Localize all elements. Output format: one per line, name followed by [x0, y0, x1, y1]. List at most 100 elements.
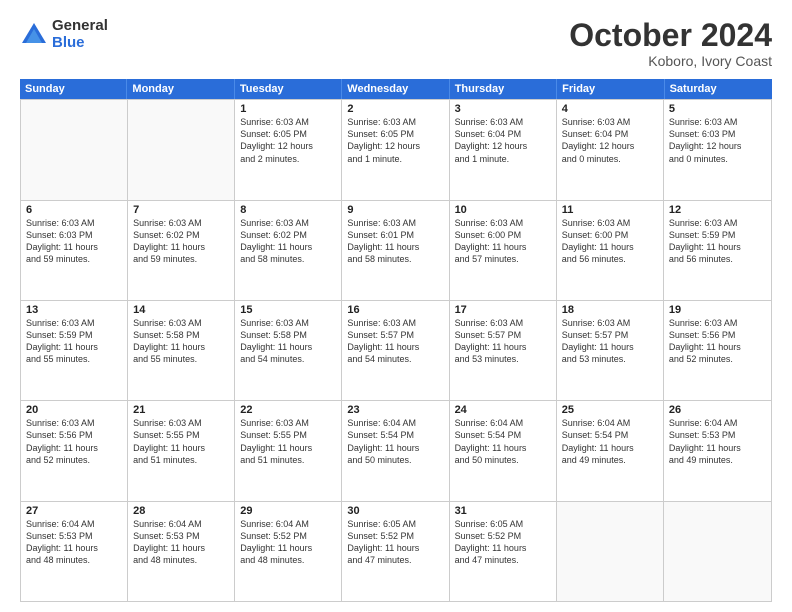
calendar-cell: 26Sunrise: 6:04 AMSunset: 5:53 PMDayligh… — [664, 401, 771, 500]
day-number: 5 — [669, 103, 766, 115]
cell-info-line: Sunrise: 6:03 AM — [455, 116, 551, 128]
cell-info-line: Daylight: 11 hours — [669, 341, 766, 353]
cell-info-line: Sunrise: 6:04 AM — [26, 518, 122, 530]
cell-info-line: and 54 minutes. — [240, 353, 336, 365]
cell-info-line: Daylight: 12 hours — [669, 140, 766, 152]
day-number: 1 — [240, 103, 336, 115]
day-number: 10 — [455, 204, 551, 216]
cell-info-line: Daylight: 11 hours — [562, 341, 658, 353]
day-number: 20 — [26, 404, 122, 416]
logo-icon — [20, 21, 48, 49]
cell-info-line: Sunset: 5:55 PM — [133, 429, 229, 441]
cell-info-line: and 51 minutes. — [240, 454, 336, 466]
calendar: SundayMondayTuesdayWednesdayThursdayFrid… — [20, 79, 772, 602]
calendar-cell: 11Sunrise: 6:03 AMSunset: 6:00 PMDayligh… — [557, 201, 664, 300]
cell-info-line: Sunset: 6:05 PM — [240, 128, 336, 140]
day-number: 24 — [455, 404, 551, 416]
day-number: 22 — [240, 404, 336, 416]
logo-general: General — [52, 18, 108, 35]
cell-info-line: Sunset: 5:52 PM — [240, 530, 336, 542]
day-header-friday: Friday — [557, 79, 664, 99]
cell-info-line: Sunset: 6:05 PM — [347, 128, 443, 140]
day-number: 18 — [562, 304, 658, 316]
cell-info-line: Sunrise: 6:05 AM — [347, 518, 443, 530]
cell-info-line: Daylight: 11 hours — [455, 442, 551, 454]
calendar-cell: 6Sunrise: 6:03 AMSunset: 6:03 PMDaylight… — [21, 201, 128, 300]
day-number: 30 — [347, 505, 443, 517]
header: General Blue October 2024 Koboro, Ivory … — [20, 18, 772, 69]
cell-info-line: and 0 minutes. — [562, 153, 658, 165]
day-number: 16 — [347, 304, 443, 316]
cell-info-line: Daylight: 11 hours — [133, 241, 229, 253]
calendar-cell: 13Sunrise: 6:03 AMSunset: 5:59 PMDayligh… — [21, 301, 128, 400]
cell-info-line: Sunset: 5:52 PM — [455, 530, 551, 542]
calendar-cell: 24Sunrise: 6:04 AMSunset: 5:54 PMDayligh… — [450, 401, 557, 500]
day-number: 28 — [133, 505, 229, 517]
calendar-cell — [557, 502, 664, 601]
day-number: 14 — [133, 304, 229, 316]
cell-info-line: Daylight: 11 hours — [240, 542, 336, 554]
cell-info-line: and 2 minutes. — [240, 153, 336, 165]
cell-info-line: Sunrise: 6:03 AM — [133, 217, 229, 229]
calendar-cell: 4Sunrise: 6:03 AMSunset: 6:04 PMDaylight… — [557, 100, 664, 199]
calendar-cell: 9Sunrise: 6:03 AMSunset: 6:01 PMDaylight… — [342, 201, 449, 300]
cell-info-line: and 56 minutes. — [669, 253, 766, 265]
calendar-cell: 12Sunrise: 6:03 AMSunset: 5:59 PMDayligh… — [664, 201, 771, 300]
cell-info-line: Sunrise: 6:03 AM — [240, 317, 336, 329]
logo-blue: Blue — [52, 35, 108, 52]
day-number: 31 — [455, 505, 551, 517]
calendar-cell: 8Sunrise: 6:03 AMSunset: 6:02 PMDaylight… — [235, 201, 342, 300]
day-number: 12 — [669, 204, 766, 216]
cell-info-line: Sunset: 6:03 PM — [669, 128, 766, 140]
calendar-cell: 10Sunrise: 6:03 AMSunset: 6:00 PMDayligh… — [450, 201, 557, 300]
cell-info-line: Sunset: 6:00 PM — [455, 229, 551, 241]
cell-info-line: Sunrise: 6:04 AM — [240, 518, 336, 530]
cell-info-line: Sunset: 5:52 PM — [347, 530, 443, 542]
cell-info-line: and 48 minutes. — [240, 554, 336, 566]
cell-info-line: and 0 minutes. — [669, 153, 766, 165]
calendar-row-3: 13Sunrise: 6:03 AMSunset: 5:59 PMDayligh… — [21, 300, 771, 400]
calendar-row-1: 1Sunrise: 6:03 AMSunset: 6:05 PMDaylight… — [21, 99, 771, 199]
calendar-cell: 23Sunrise: 6:04 AMSunset: 5:54 PMDayligh… — [342, 401, 449, 500]
day-number: 7 — [133, 204, 229, 216]
cell-info-line: Sunrise: 6:03 AM — [347, 116, 443, 128]
cell-info-line: Sunset: 5:53 PM — [26, 530, 122, 542]
cell-info-line: Sunset: 5:59 PM — [669, 229, 766, 241]
calendar-cell: 19Sunrise: 6:03 AMSunset: 5:56 PMDayligh… — [664, 301, 771, 400]
cell-info-line: Daylight: 11 hours — [562, 442, 658, 454]
cell-info-line: Sunset: 5:58 PM — [240, 329, 336, 341]
cell-info-line: Sunrise: 6:03 AM — [347, 217, 443, 229]
cell-info-line: Daylight: 11 hours — [133, 542, 229, 554]
cell-info-line: and 1 minute. — [455, 153, 551, 165]
cell-info-line: Daylight: 11 hours — [455, 341, 551, 353]
cell-info-line: Sunset: 6:03 PM — [26, 229, 122, 241]
cell-info-line: Sunrise: 6:03 AM — [240, 116, 336, 128]
calendar-cell: 7Sunrise: 6:03 AMSunset: 6:02 PMDaylight… — [128, 201, 235, 300]
cell-info-line: Sunrise: 6:03 AM — [455, 217, 551, 229]
cell-info-line: Daylight: 12 hours — [240, 140, 336, 152]
cell-info-line: Sunset: 5:59 PM — [26, 329, 122, 341]
cell-info-line: Sunrise: 6:03 AM — [669, 116, 766, 128]
cell-info-line: Daylight: 12 hours — [562, 140, 658, 152]
cell-info-line: and 52 minutes. — [26, 454, 122, 466]
cell-info-line: Daylight: 11 hours — [669, 241, 766, 253]
cell-info-line: Sunset: 5:57 PM — [562, 329, 658, 341]
cell-info-line: Sunrise: 6:03 AM — [240, 217, 336, 229]
calendar-cell: 2Sunrise: 6:03 AMSunset: 6:05 PMDaylight… — [342, 100, 449, 199]
day-header-thursday: Thursday — [450, 79, 557, 99]
cell-info-line: Sunrise: 6:03 AM — [347, 317, 443, 329]
cell-info-line: Daylight: 11 hours — [347, 341, 443, 353]
cell-info-line: and 54 minutes. — [347, 353, 443, 365]
calendar-header: SundayMondayTuesdayWednesdayThursdayFrid… — [20, 79, 772, 99]
calendar-cell: 18Sunrise: 6:03 AMSunset: 5:57 PMDayligh… — [557, 301, 664, 400]
cell-info-line: Sunset: 5:54 PM — [455, 429, 551, 441]
cell-info-line: Sunset: 5:57 PM — [347, 329, 443, 341]
cell-info-line: and 47 minutes. — [455, 554, 551, 566]
cell-info-line: Sunrise: 6:03 AM — [133, 417, 229, 429]
cell-info-line: and 1 minute. — [347, 153, 443, 165]
calendar-cell: 30Sunrise: 6:05 AMSunset: 5:52 PMDayligh… — [342, 502, 449, 601]
day-number: 2 — [347, 103, 443, 115]
cell-info-line: Daylight: 11 hours — [240, 241, 336, 253]
cell-info-line: Sunset: 5:53 PM — [133, 530, 229, 542]
calendar-cell: 16Sunrise: 6:03 AMSunset: 5:57 PMDayligh… — [342, 301, 449, 400]
